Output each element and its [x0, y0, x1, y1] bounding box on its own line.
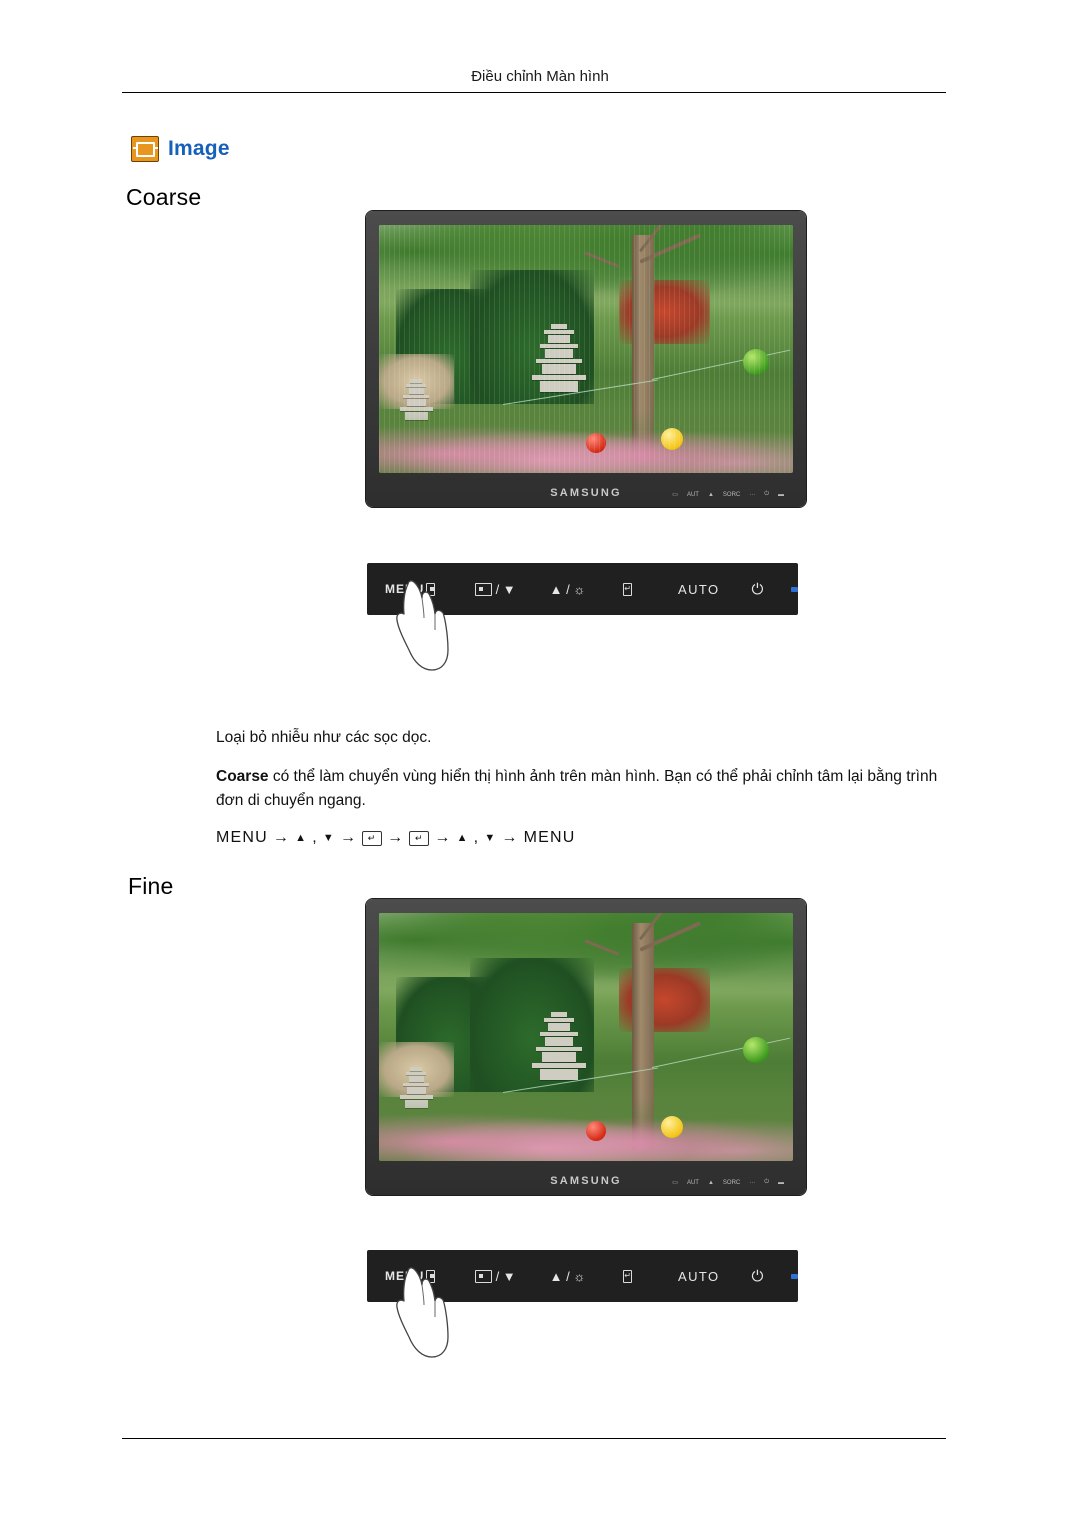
heading-coarse: Coarse: [126, 184, 202, 210]
brightness-up-button-coarse[interactable]: ▲ / ☼: [550, 582, 586, 597]
description-line-1: Loại bỏ nhiễu như các sọc dọc.: [216, 729, 432, 746]
control-panel-fine: MENU / ▼ ▲ / ☼ ↵ AUTO ⏻: [367, 1250, 798, 1302]
screen-photo-fine: [379, 913, 793, 1161]
screen-photo-coarse: [379, 225, 793, 473]
header-rule: [122, 92, 946, 93]
description-line-2-rest: có thể làm chuyển vùng hiển thị hình ảnh…: [216, 768, 938, 809]
coarse-bold-term: Coarse: [216, 768, 269, 785]
monitor-bezel-buttons-fine: ▭ AUT ▲ SORC ··· ⏻ ▬: [672, 1179, 784, 1186]
image-icon: [131, 136, 159, 162]
nav-arrow-5: →: [501, 829, 519, 846]
nav-up-1: ▲: [295, 832, 308, 844]
menu-button-coarse[interactable]: MENU: [385, 582, 424, 596]
nav-up-2: ▲: [456, 832, 469, 844]
enter-button-coarse[interactable]: ↵: [623, 582, 632, 596]
nav-menu-end: MENU: [523, 829, 576, 846]
heading-fine: Fine: [128, 873, 174, 899]
section-title: Image: [131, 136, 230, 162]
enter-button-fine[interactable]: ↵: [623, 1269, 632, 1283]
auto-button-coarse[interactable]: AUTO: [678, 582, 719, 597]
nav-sequence: MENU → ▲ , ▼ → ↵ → ↵ → ▲ , ▼ → MENU: [216, 829, 576, 847]
source-down-button-fine[interactable]: / ▼: [474, 1269, 516, 1284]
power-button-fine[interactable]: ⏻: [751, 1268, 763, 1285]
nav-arrow-3: →: [387, 829, 405, 846]
control-panel-coarse: MENU / ▼ ▲ / ☼ ↵ AUTO ⏻: [367, 563, 798, 615]
menu-button-fine[interactable]: MENU: [385, 1269, 424, 1283]
nav-menu-start: MENU: [216, 829, 268, 846]
running-header: Điều chỉnh Màn hình: [471, 68, 609, 85]
description-line-2: Coarse có thể làm chuyển vùng hiển thị h…: [216, 765, 956, 813]
brightness-up-button-fine[interactable]: ▲ / ☼: [550, 1269, 586, 1284]
menu-box-icon-fine: [426, 1269, 435, 1283]
power-led-coarse: [791, 586, 798, 592]
monitor-screen-coarse: [379, 225, 793, 473]
nav-enter-2: ↵: [409, 830, 430, 846]
nav-down-2: ▼: [484, 832, 497, 844]
menu-box-icon-coarse: [426, 582, 435, 596]
nav-comma-1: ,: [312, 829, 318, 846]
monitor-illustration-coarse: SAMSUNG ▭ AUT ▲ SORC ··· ⏻ ▬: [366, 211, 806, 507]
section-label: Image: [168, 137, 230, 160]
power-led-fine: [791, 1273, 798, 1279]
nav-arrow-2: →: [339, 829, 358, 846]
document-page: Điều chỉnh Màn hình Image Coarse SAMSUNG…: [0, 0, 1080, 1527]
power-button-coarse[interactable]: ⏻: [751, 581, 763, 598]
source-down-button-coarse[interactable]: / ▼: [474, 582, 516, 597]
nav-down-1: ▼: [322, 832, 335, 844]
monitor-screen-fine: [379, 913, 793, 1161]
nav-arrow-1: →: [272, 829, 291, 846]
footer-rule: [122, 1438, 946, 1439]
nav-enter-1: ↵: [362, 830, 383, 846]
monitor-illustration-fine: SAMSUNG ▭ AUT ▲ SORC ··· ⏻ ▬: [366, 899, 806, 1195]
nav-comma-2: ,: [473, 829, 480, 846]
monitor-bezel-buttons-coarse: ▭ AUT ▲ SORC ··· ⏻ ▬: [672, 491, 784, 498]
nav-arrow-4: →: [434, 829, 452, 846]
auto-button-fine[interactable]: AUTO: [678, 1269, 719, 1284]
